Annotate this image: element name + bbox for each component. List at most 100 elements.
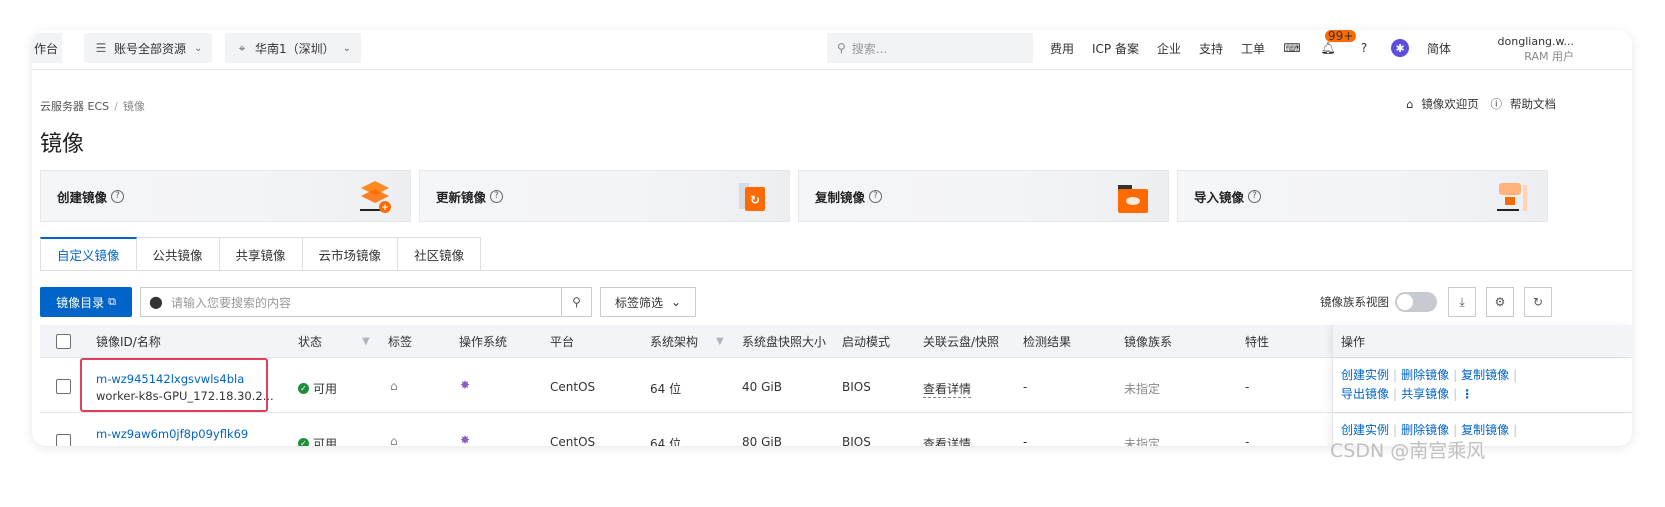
question-icon: ? [1248,189,1262,203]
delete-image-link[interactable]: 删除镜像 [1401,368,1449,382]
centos-logo-icon: ✸ [460,433,471,446]
help-icon: ⓘ [1490,97,1502,111]
terminal-icon[interactable]: ⌨ [1283,39,1301,57]
col-related-disk: 关联云盘/快照 [923,335,1000,349]
view-details-link[interactable]: 查看详情 [923,380,972,398]
image-catalog-button[interactable]: 镜像目录 ⧉ [40,287,132,317]
watermark: CSDN @南宫乘风 [1330,440,1486,462]
welcome-page-link[interactable]: 镜像欢迎页 [1421,97,1479,111]
row-checkbox[interactable] [56,379,71,394]
arch-value: 64 位 [650,437,682,446]
highlight-box [80,358,268,412]
col-os: 操作系统 [459,335,508,349]
image-catalog-label: 镜像目录 [56,295,105,310]
workbench-link[interactable]: 作台 [32,33,62,63]
col-snapshot-size: 系统盘快照大小 [742,335,827,349]
row-actions: 创建实例 | 删除镜像 | 复制镜像 | 导出镜像 | 共享镜像 | ⋮ [1332,359,1632,412]
col-check-result: 检测结果 [1023,335,1072,349]
check-result-value: - [1023,435,1028,446]
refresh-icon[interactable]: ↻ [1524,287,1552,317]
help-circle-icon[interactable]: ? [1355,39,1373,57]
check-circle-icon: ✓ [298,383,309,394]
download-icon[interactable]: ⤓ [1448,287,1476,317]
tag-filter-button[interactable]: 标签筛选 ⌄ [600,287,696,317]
platform-value: CentOS [550,380,596,394]
copy-image-link[interactable]: 复制镜像 [1461,368,1509,382]
tag-icon[interactable]: ⌂ [390,434,398,446]
search-icon: ⚲ [837,41,846,55]
tab-public-images[interactable]: 公共镜像 [136,237,220,271]
more-actions-icon[interactable]: ⋮ [1461,387,1473,401]
status-text: 可用 [313,437,338,446]
arch-value: 64 位 [650,382,682,396]
copy-image-card[interactable]: 复制镜像? [798,170,1169,222]
view-details-link[interactable]: 查看详情 [923,435,971,446]
chevron-down-icon: ⌄ [194,42,203,54]
image-type-tabs: 自定义镜像 公共镜像 共享镜像 云市场镜像 社区镜像 [40,237,482,271]
status-text: 可用 [313,382,338,396]
tab-marketplace-images[interactable]: 云市场镜像 [302,237,399,271]
import-image-label: 导入镜像 [1194,189,1245,205]
image-family-view-label: 镜像族系视图 [1320,295,1389,309]
share-image-link[interactable]: 共享镜像 [1401,387,1449,401]
breadcrumb-ecs[interactable]: 云服务器 ECS [40,100,109,113]
search-icon[interactable]: ⚲ [561,288,591,316]
resource-group-selector[interactable]: ☰ 账号全部资源 ⌄ [84,33,213,63]
region-label: 华南1（深圳） [255,41,335,56]
table-row: m-wz945142lxgsvwls4bla worker-k8s-GPU_17… [40,359,1632,413]
layers-add-icon: + [360,181,391,213]
notification-badge: 99+ [1325,30,1357,42]
tab-community-images[interactable]: 社区镜像 [398,237,482,271]
delete-image-link[interactable]: 删除镜像 [1401,423,1449,437]
export-image-link[interactable]: 导出镜像 [1341,387,1389,401]
ai-assistant-icon[interactable]: ✱ [1391,39,1410,57]
arch-filter-icon[interactable]: ▼ [716,325,724,358]
update-image-card[interactable]: 更新镜像? ↻ [419,170,790,222]
link-billing[interactable]: 费用 [1050,40,1074,57]
col-status: 状态 [298,335,323,349]
svg-text:↻: ↻ [750,193,760,207]
image-search-input[interactable]: ⬤ 请输入您要搜索的内容 ⚲ [140,287,592,317]
feature-value: - [1245,380,1250,394]
link-support[interactable]: 支持 [1199,40,1223,57]
import-image-card[interactable]: 导入镜像? [1177,170,1548,222]
global-search-placeholder: 搜索... [851,41,888,56]
create-image-card[interactable]: 创建镜像? + [40,170,411,222]
language-switch[interactable]: 简体 [1427,40,1451,57]
import-icon [1497,183,1527,211]
copy-image-link[interactable]: 复制镜像 [1461,423,1509,437]
update-image-label: 更新镜像 [436,189,487,205]
user-menu[interactable]: dongliang.w... RAM 用户 [1464,34,1574,64]
tag-icon[interactable]: ⌂ [390,379,398,393]
workbench-label: 作台 [33,41,58,56]
image-family-view-switch[interactable] [1395,292,1437,312]
image-id-link[interactable]: m-wz9aw6m0jf8p09yflk69 [96,427,248,441]
chevron-down-icon: ⌄ [670,295,682,309]
table-toolbar: 镜像目录 ⧉ ⬤ 请输入您要搜索的内容 ⚲ 标签筛选 ⌄ 镜像族系视图 ⤓ ⚙ … [40,287,1632,317]
console-window: 作台 ☰ 账号全部资源 ⌄ ⌖ 华南1（深圳） ⌄ ⚲ 搜索... 费用 ICP… [32,30,1632,446]
bell-icon[interactable]: 🔔︎ 99+ [1319,30,1357,57]
create-instance-link[interactable]: 创建实例 [1341,368,1389,382]
image-family-view-toggle: 镜像族系视图 [1320,292,1437,312]
help-doc-link[interactable]: 帮助文档 [1510,97,1556,111]
col-image-family: 镜像族系 [1124,335,1173,349]
status-filter-icon[interactable]: ▼ [362,325,370,358]
link-enterprise[interactable]: 企业 [1157,40,1181,57]
col-boot-mode: 启动模式 [842,335,891,349]
row-checkbox[interactable] [56,434,71,446]
region-selector[interactable]: ⌖ 华南1（深圳） ⌄ [225,33,362,63]
link-tickets[interactable]: 工单 [1241,40,1265,57]
global-search-input[interactable]: ⚲ 搜索... [827,33,1033,63]
check-result-value: - [1023,380,1028,394]
link-icp[interactable]: ICP 备案 [1092,40,1139,57]
gear-icon[interactable]: ⚙ [1486,287,1514,317]
select-all-checkbox[interactable] [56,325,71,358]
breadcrumb: 云服务器 ECS / 镜像 [40,98,145,114]
tab-custom-images[interactable]: 自定义镜像 [40,237,137,271]
tab-shared-images[interactable]: 共享镜像 [219,237,303,271]
check-circle-icon: ✓ [298,438,309,446]
snapshot-size-value: 80 GiB [742,435,782,446]
refresh-box-icon: ↻ [739,183,765,211]
question-icon: ? [490,189,504,203]
create-instance-link[interactable]: 创建实例 [1341,423,1389,437]
